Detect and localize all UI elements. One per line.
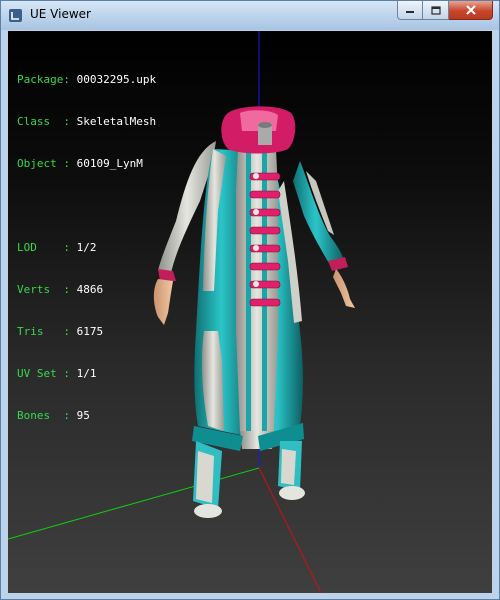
info-row-tris: Tris : 6175 bbox=[17, 325, 156, 339]
skeletal-mesh-model bbox=[153, 106, 355, 518]
info-label-lod: LOD bbox=[17, 241, 64, 254]
info-label-package: Package bbox=[17, 73, 64, 86]
info-separator: : bbox=[63, 241, 77, 254]
info-separator: : bbox=[63, 283, 77, 296]
maximize-icon bbox=[430, 5, 441, 15]
info-label-verts: Verts bbox=[17, 283, 64, 296]
info-separator: : bbox=[63, 73, 77, 86]
info-separator: : bbox=[63, 115, 77, 128]
window-controls bbox=[397, 1, 493, 21]
info-label-tris: Tris bbox=[17, 325, 64, 338]
app-icon bbox=[9, 9, 22, 22]
info-separator: : bbox=[63, 325, 77, 338]
info-value-lod: 1/2 bbox=[76, 241, 97, 254]
title-bar[interactable]: UE Viewer bbox=[1, 1, 499, 30]
info-label-class: Class bbox=[17, 115, 64, 128]
minimize-icon bbox=[406, 11, 414, 13]
info-value-package: 00032295.upk bbox=[76, 73, 157, 86]
info-value-class: SkeletalMesh bbox=[76, 115, 157, 128]
close-icon bbox=[465, 5, 476, 15]
mesh-info-overlay: Package: 00032295.upk Class : SkeletalMe… bbox=[17, 45, 156, 451]
axis-y-line bbox=[8, 467, 260, 540]
close-button[interactable] bbox=[449, 1, 493, 20]
3d-viewport[interactable]: Package: 00032295.upk Class : SkeletalMe… bbox=[8, 31, 492, 593]
info-value-tris: 6175 bbox=[76, 325, 104, 338]
window-title: UE Viewer bbox=[30, 7, 91, 21]
info-row-verts: Verts : 4866 bbox=[17, 283, 156, 297]
info-separator: : bbox=[63, 367, 77, 380]
info-separator: : bbox=[63, 157, 77, 170]
info-row-class: Class : SkeletalMesh bbox=[17, 115, 156, 129]
info-label-object: Object bbox=[17, 157, 64, 170]
info-row-lod: LOD : 1/2 bbox=[17, 241, 156, 255]
info-separator: : bbox=[63, 409, 77, 422]
info-label-bones: Bones bbox=[17, 409, 64, 422]
info-row-object: Object : 60109_LynM bbox=[17, 157, 156, 171]
info-value-bones: 95 bbox=[76, 409, 90, 422]
info-value-verts: 4866 bbox=[76, 283, 104, 296]
info-value-object: 60109_LynM bbox=[76, 157, 143, 170]
info-value-uvset: 1/1 bbox=[76, 367, 97, 380]
maximize-button[interactable] bbox=[423, 1, 449, 20]
info-row-uvset: UV Set : 1/1 bbox=[17, 367, 156, 381]
info-row-package: Package: 00032295.upk bbox=[17, 73, 156, 87]
minimize-button[interactable] bbox=[397, 1, 423, 20]
info-label-uvset: UV Set bbox=[17, 367, 64, 380]
info-spacer bbox=[17, 199, 156, 213]
info-row-bones: Bones : 95 bbox=[17, 409, 156, 423]
app-window: UE Viewer Package: 00032295.upk Class: … bbox=[0, 0, 500, 600]
